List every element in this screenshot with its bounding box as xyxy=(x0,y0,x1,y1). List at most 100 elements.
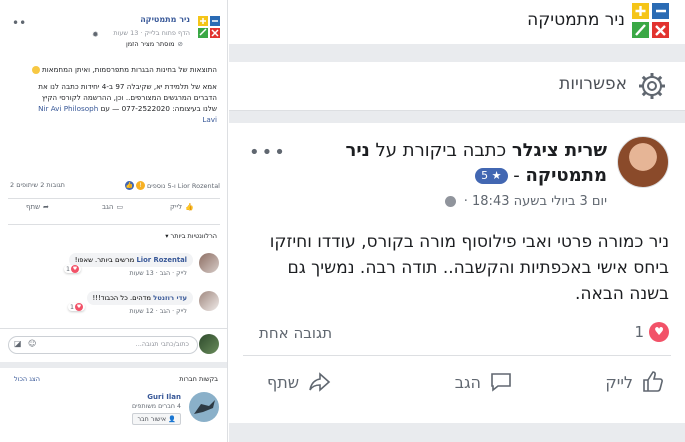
review-header: שרית ציגלר כתבה ביקורת על ניר מתמטיקה - … xyxy=(249,136,669,216)
like-icon xyxy=(643,371,663,392)
page-title[interactable]: ניר מתמטיקה xyxy=(527,10,625,30)
comment-item: עדי רוזנטל מדהים. כל הכבוד!!! 1 ♥ לייק · … xyxy=(4,291,219,327)
review-body: ניר כמורה פרטי ואבי פילוסוף מורה בקורס, … xyxy=(269,232,669,304)
left-stats: 2 תגובות 2 שיתופים Lior Rozental ו-5 נוס… xyxy=(10,181,220,193)
sort-comments[interactable]: הרלוונטיות ביותר ▾ xyxy=(165,232,217,240)
page-header: ניר מתמטיקה xyxy=(229,0,685,44)
section-divider xyxy=(0,362,227,368)
divider xyxy=(8,224,220,225)
review-headline: שרית ציגלר כתבה ביקורת על ניר מתמטיקה - … xyxy=(287,138,608,188)
rating-badge: 5 ★ xyxy=(475,168,508,184)
likes-number: 1 xyxy=(634,323,644,341)
reaction-count: 1 xyxy=(66,265,71,273)
right-panel: ניר מתמטיקה אפשרויות שרית ציגלר כתבה ביק… xyxy=(229,0,685,442)
like-icon: 👍 xyxy=(124,181,134,190)
gear-icon xyxy=(639,73,665,99)
like-icon: 👍 xyxy=(185,203,194,211)
author-avatar[interactable] xyxy=(617,136,669,188)
friend-avatar[interactable] xyxy=(189,392,219,422)
hidden-note-text: מוסתר מציר הזמן xyxy=(125,40,175,48)
more-icon[interactable]: ••• xyxy=(249,142,287,163)
gear-icon[interactable]: ✹ xyxy=(92,30,99,39)
heart-icon: ♥ xyxy=(649,322,669,342)
comment-input[interactable]: כתוב/כתבי תגובה... ◪ ☺ xyxy=(8,336,198,354)
band xyxy=(229,423,685,442)
post-actions: לייק הגב שתף xyxy=(229,370,685,410)
share-button[interactable]: שתף ➦ xyxy=(26,203,49,211)
like-button[interactable]: לייק 👍 xyxy=(170,203,194,211)
smile-emoji-icon xyxy=(31,66,40,74)
calculator-logo-icon xyxy=(198,16,220,38)
left-subtitle: הדף פתוח בלייק · 13 שעות xyxy=(113,29,190,37)
more-options-icon[interactable]: •• xyxy=(12,16,26,30)
left-post-body: התוצאות של בחינות הבגרות מתפרסמות, ואיתן… xyxy=(9,64,217,125)
like-label: לייק xyxy=(605,372,633,392)
comment-icon xyxy=(491,373,511,392)
review-verb: כתבה ביקורת על xyxy=(375,140,507,161)
divider xyxy=(0,328,227,329)
like-label: לייק xyxy=(170,203,183,211)
friend-name[interactable]: Guri Ilan xyxy=(147,393,181,401)
divider xyxy=(243,355,671,356)
confirm-friend-button[interactable]: 👤 אישור חבר xyxy=(132,413,181,425)
comment-button[interactable]: הגב ▭ xyxy=(102,203,123,211)
share-icon xyxy=(309,372,331,392)
heart-icon: ♥ xyxy=(71,265,80,273)
body-line: שלנו בעיצומה: 077-2522020 — עם xyxy=(100,104,217,113)
share-button[interactable]: שתף xyxy=(267,370,331,394)
share-label: שתף xyxy=(26,203,41,211)
add-friend-icon: 👤 xyxy=(168,416,176,423)
bird-icon xyxy=(194,400,215,414)
emoji-icon[interactable]: ☺ xyxy=(28,339,36,348)
avatar[interactable] xyxy=(199,291,219,311)
author-name[interactable]: שרית ציגלר xyxy=(512,140,607,161)
body-line: אמא של תלמידת יא, שקיבלה 97 ב-4 יחידות כ… xyxy=(38,82,217,91)
sticker-icon[interactable]: ◪ xyxy=(14,339,22,348)
comment-icon: ▭ xyxy=(116,203,124,211)
confirm-friend-label: אישור חבר xyxy=(137,416,167,423)
commenter-name[interactable]: Lior Rozental xyxy=(136,256,187,264)
comment-meta[interactable]: לייק · הגב · 12 שעות xyxy=(129,308,187,315)
left-post-header: •• ניר מתמטיקה הדף פתוח בלייק · 13 שעות … xyxy=(0,6,227,54)
calculator-logo-icon xyxy=(632,3,669,38)
tag-link[interactable]: Lavi xyxy=(202,115,217,124)
reaction-count: 1 xyxy=(70,303,75,311)
comment-item: Lior Rozental מרשים ביותר. שאפו! 1 ♥ לייק… xyxy=(4,253,219,289)
left-actions: שתף ➦ הגב ▭ לייק 👍 xyxy=(8,203,220,219)
comment-placeholder: כתוב/כתבי תגובה... xyxy=(135,340,189,348)
comment-text: מדהים. כל הכבוד!!! xyxy=(92,294,151,302)
comment-label: הגב xyxy=(102,203,114,211)
globe-icon xyxy=(444,196,456,207)
comment-bubble: Lior Rozental מרשים ביותר. שאפו! xyxy=(68,253,193,267)
options-label: אפשרויות xyxy=(559,74,627,94)
reactions-summary[interactable]: Lior Rozental ו-5 נוספים ! 👍 xyxy=(124,181,220,190)
share-icon: ➦ xyxy=(43,203,49,211)
band xyxy=(229,44,685,62)
dash: - xyxy=(513,165,520,186)
comments-shares-count[interactable]: 2 תגובות 2 שיתופים xyxy=(10,181,65,189)
comment-meta[interactable]: לייק · הגב · 13 שעות xyxy=(129,270,187,277)
comment-label: הגב xyxy=(454,372,481,392)
divider xyxy=(8,198,220,199)
friend-requests-title: בקשות חברות xyxy=(179,375,218,383)
comment-reaction[interactable]: 1 ♥ xyxy=(68,303,86,311)
band xyxy=(229,111,685,123)
tag-link[interactable]: Nir Avi Philosoph xyxy=(38,104,98,113)
comment-reaction[interactable]: 1 ♥ xyxy=(64,265,82,273)
left-page-name[interactable]: ניר מתמטיקה xyxy=(140,15,190,24)
hidden-icon: ⊘ xyxy=(177,40,183,48)
comment-button[interactable]: הגב xyxy=(455,370,513,394)
commenter-name[interactable]: עדי רוזנטל xyxy=(153,294,187,302)
comment-bubble: עדי רוזנטל מדהים. כל הכבוד!!! xyxy=(86,291,193,305)
options-row[interactable]: אפשרויות xyxy=(229,62,685,111)
post-time[interactable]: יום 3 ביולי בשעה 18:43 · xyxy=(444,194,607,209)
like-button[interactable]: לייק xyxy=(605,370,665,394)
wow-icon: ! xyxy=(135,181,145,190)
avatar[interactable] xyxy=(199,253,219,273)
mutual-friends[interactable]: 4 חברים משותפים xyxy=(132,403,181,410)
friend-request-item: Guri Ilan 4 חברים משותפים 👤 אישור חבר xyxy=(9,392,219,432)
see-all-link[interactable]: הצג הכול xyxy=(14,375,40,383)
likes-summary[interactable]: 1 ♥ xyxy=(634,322,669,342)
responses-count[interactable]: תגובה אחת xyxy=(259,324,332,342)
comment-text: מרשים ביותר. שאפו! xyxy=(74,256,135,264)
